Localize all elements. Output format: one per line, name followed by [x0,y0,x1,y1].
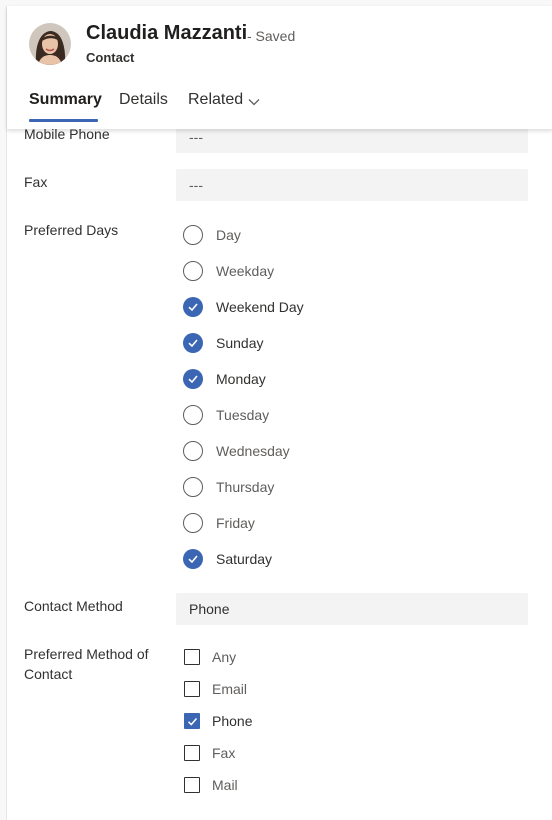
radio-button[interactable] [183,441,203,461]
checkmark-icon [188,339,198,348]
checkbox[interactable] [184,777,200,793]
chevron-down-icon[interactable] [248,98,260,106]
radio-button[interactable] [183,369,203,389]
checkmark-icon [188,375,198,384]
checkbox[interactable] [184,713,200,729]
contact-method-select[interactable]: Phone [176,593,528,625]
preferred-day-option[interactable]: Sunday [183,331,263,355]
option-label: Phone [212,713,253,729]
preferred-day-option[interactable]: Saturday [183,547,272,571]
contact-method-option[interactable]: Fax [184,742,235,764]
contact-method-option[interactable]: Phone [184,710,252,732]
option-label: Saturday [216,551,273,567]
preferred-method-label-line1: Preferred Method of [24,646,149,662]
fax-input[interactable]: --- [176,169,528,201]
preferred-method-label-line2: Contact [24,666,73,682]
preferred-day-option[interactable]: Wednesday [183,439,290,463]
radio-button[interactable] [183,333,203,353]
preferred-day-option[interactable]: Thursday [183,475,274,499]
record-header: Claudia Mazzanti - Saved Contact Summary… [7,6,552,129]
entity-type: Contact [86,50,135,65]
option-label: Sunday [216,335,264,351]
option-label: Thursday [216,479,275,495]
option-label: Day [216,227,241,243]
radio-button[interactable] [183,297,203,317]
preferred-days-label: Preferred Days [24,222,119,238]
preferred-day-option[interactable]: Monday [183,367,266,391]
tab-summary[interactable]: Summary [29,91,102,109]
preferred-day-option[interactable]: Weekday [183,259,274,283]
option-label: Weekday [216,263,275,279]
contact-method-option[interactable]: Mail [184,774,238,796]
contact-form-panel: Mobile Phone --- Fax --- Preferred Days … [6,6,552,820]
radio-button[interactable] [183,513,203,533]
preferred-day-option[interactable]: Weekend Day [183,295,304,319]
radio-button[interactable] [183,225,203,245]
preferred-method-label: Preferred Method of Contact [24,644,149,684]
radio-button[interactable] [183,405,203,425]
checkmark-icon [188,555,198,564]
option-label: Mail [212,777,238,793]
radio-button[interactable] [183,261,203,281]
fax-label: Fax [24,174,48,190]
option-label: Any [212,649,237,665]
checkmark-icon [187,717,197,726]
active-tab-indicator [29,119,98,122]
preferred-day-option[interactable]: Day [183,223,241,247]
radio-button[interactable] [183,549,203,569]
checkmark-icon [188,303,198,312]
preferred-day-option[interactable]: Friday [183,511,255,535]
checkbox[interactable] [184,745,200,761]
radio-button[interactable] [183,477,203,497]
avatar[interactable] [29,23,71,65]
checkbox[interactable] [184,649,200,665]
option-label: Email [212,681,248,697]
contact-method-label: Contact Method [24,598,123,614]
contact-method-option[interactable]: Email [184,678,247,700]
option-label: Weekend Day [216,299,304,315]
save-status: - Saved [247,28,296,44]
option-label: Tuesday [216,407,270,423]
preferred-day-option[interactable]: Tuesday [183,403,269,427]
option-label: Monday [216,371,266,387]
option-label: Friday [216,515,255,531]
option-label: Wednesday [216,443,290,459]
option-label: Fax [212,745,236,761]
checkbox[interactable] [184,681,200,697]
tab-related[interactable]: Related [188,91,243,109]
contact-method-option[interactable]: Any [184,646,236,668]
record-name: Claudia Mazzanti [86,22,248,44]
tab-details[interactable]: Details [119,91,168,109]
